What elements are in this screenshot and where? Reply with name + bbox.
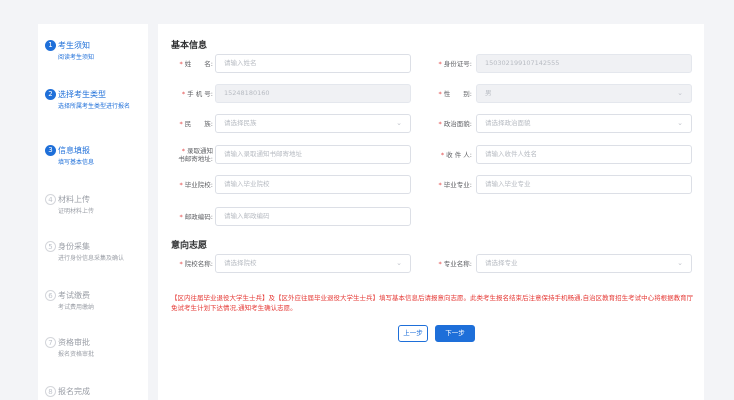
political-select[interactable]: 请选择政治面貌 ⌄ <box>476 114 692 133</box>
school-select[interactable]: 请选择院校 ⌄ <box>215 254 411 273</box>
step-number: 2 <box>45 89 56 100</box>
step-title: 身份采集 <box>58 242 90 251</box>
step-title: 考生须知 <box>58 41 90 50</box>
major-select[interactable]: 请选择专业 ⌄ <box>476 254 692 273</box>
graduate-school-label: * 毕业院校: <box>179 181 213 189</box>
ethnicity-label: * 民 族: <box>179 120 213 128</box>
chevron-down-icon: ⌄ <box>396 259 402 267</box>
phone-input[interactable]: 15248180160 <box>215 84 411 103</box>
step-desc: 阅读考生须知 <box>58 54 95 61</box>
ethnicity-select[interactable]: 请选择民族 ⌄ <box>215 114 411 133</box>
chevron-down-icon: ⌄ <box>677 89 683 97</box>
step-number: 8 <box>45 386 56 397</box>
prev-button[interactable]: 上一步 <box>398 325 428 342</box>
step-desc: 考试费用缴纳 <box>58 304 95 311</box>
graduate-major-label: * 毕业专业: <box>438 181 472 189</box>
graduate-major-input[interactable]: 请输入毕业专业 <box>476 175 692 194</box>
ethnicity-placeholder: 请选择民族 <box>224 119 257 127</box>
step-title: 资格审批 <box>58 338 90 347</box>
name-input[interactable]: 请输入姓名 <box>215 54 411 73</box>
major-label: * 专业名称: <box>438 260 472 268</box>
form-panel: 基本信息 * 姓 名: 请输入姓名 * 身份证号: 1503021991071425… <box>158 24 704 400</box>
postal-code-label: * 邮政编码: <box>179 213 213 221</box>
graduate-school-input[interactable]: 请输入毕业院校 <box>215 175 411 194</box>
section-title-basic: 基本信息 <box>171 41 208 51</box>
step-title: 报名完成 <box>58 387 90 396</box>
id-number-label: * 身份证号: <box>438 60 472 68</box>
phone-label: * 手 机 号: <box>181 90 213 98</box>
name-label: * 姓 名: <box>179 60 213 68</box>
major-placeholder: 请选择专业 <box>485 259 518 267</box>
step-desc: 报名资格审批 <box>58 351 95 358</box>
chevron-down-icon: ⌄ <box>677 259 683 267</box>
recipient-label: * 收 件 人: <box>440 151 472 159</box>
political-label: * 政治面貌: <box>438 120 472 128</box>
section-title-intention: 意向志愿 <box>171 241 208 251</box>
gender-select[interactable]: 男 ⌄ <box>476 84 692 103</box>
step-title: 材料上传 <box>58 195 90 204</box>
step-desc: 进行身份信息采集及确认 <box>58 255 125 262</box>
steps-sidebar: 1 考生须知 阅读考生须知 2 选择考生类型 选择所属考生类型进行报名 3 信息… <box>38 24 148 400</box>
step-number: 7 <box>45 337 56 348</box>
mail-address-input[interactable]: 请输入录取通知书邮寄地址 <box>215 145 411 164</box>
chevron-down-icon: ⌄ <box>677 119 683 127</box>
step-desc: 填写基本信息 <box>58 159 95 166</box>
step-title: 考试缴费 <box>58 291 90 300</box>
step-title: 信息填报 <box>58 146 90 155</box>
step-desc: 证明材料上传 <box>58 208 95 215</box>
step-title: 选择考生类型 <box>58 90 106 99</box>
next-button[interactable]: 下一步 <box>435 325 475 342</box>
postal-code-input[interactable]: 请输入邮政编码 <box>215 207 411 226</box>
school-label: * 院校名称: <box>179 260 213 268</box>
step-number: 5 <box>45 241 56 252</box>
chevron-down-icon: ⌄ <box>396 119 402 127</box>
id-number-input[interactable]: 150302199107142555 <box>476 54 692 73</box>
step-number: 3 <box>45 145 56 156</box>
step-desc: 选择所属考生类型进行报名 <box>58 103 131 110</box>
school-placeholder: 请选择院校 <box>224 259 257 267</box>
political-placeholder: 请选择政治面貌 <box>485 119 531 127</box>
gender-label: * 性 别: <box>438 90 472 98</box>
mail-address-label: * 录取通知 书邮寄地址: <box>178 147 213 163</box>
gender-value: 男 <box>485 89 492 97</box>
step-number: 4 <box>45 194 56 205</box>
notice-text: 【区内往届毕业退役大学生士兵】及【区外应往届毕业退役大学生士兵】填写基本信息后请… <box>171 294 694 312</box>
recipient-input[interactable]: 请输入收件人姓名 <box>476 145 692 164</box>
step-number: 1 <box>45 40 56 51</box>
step-number: 6 <box>45 290 56 301</box>
